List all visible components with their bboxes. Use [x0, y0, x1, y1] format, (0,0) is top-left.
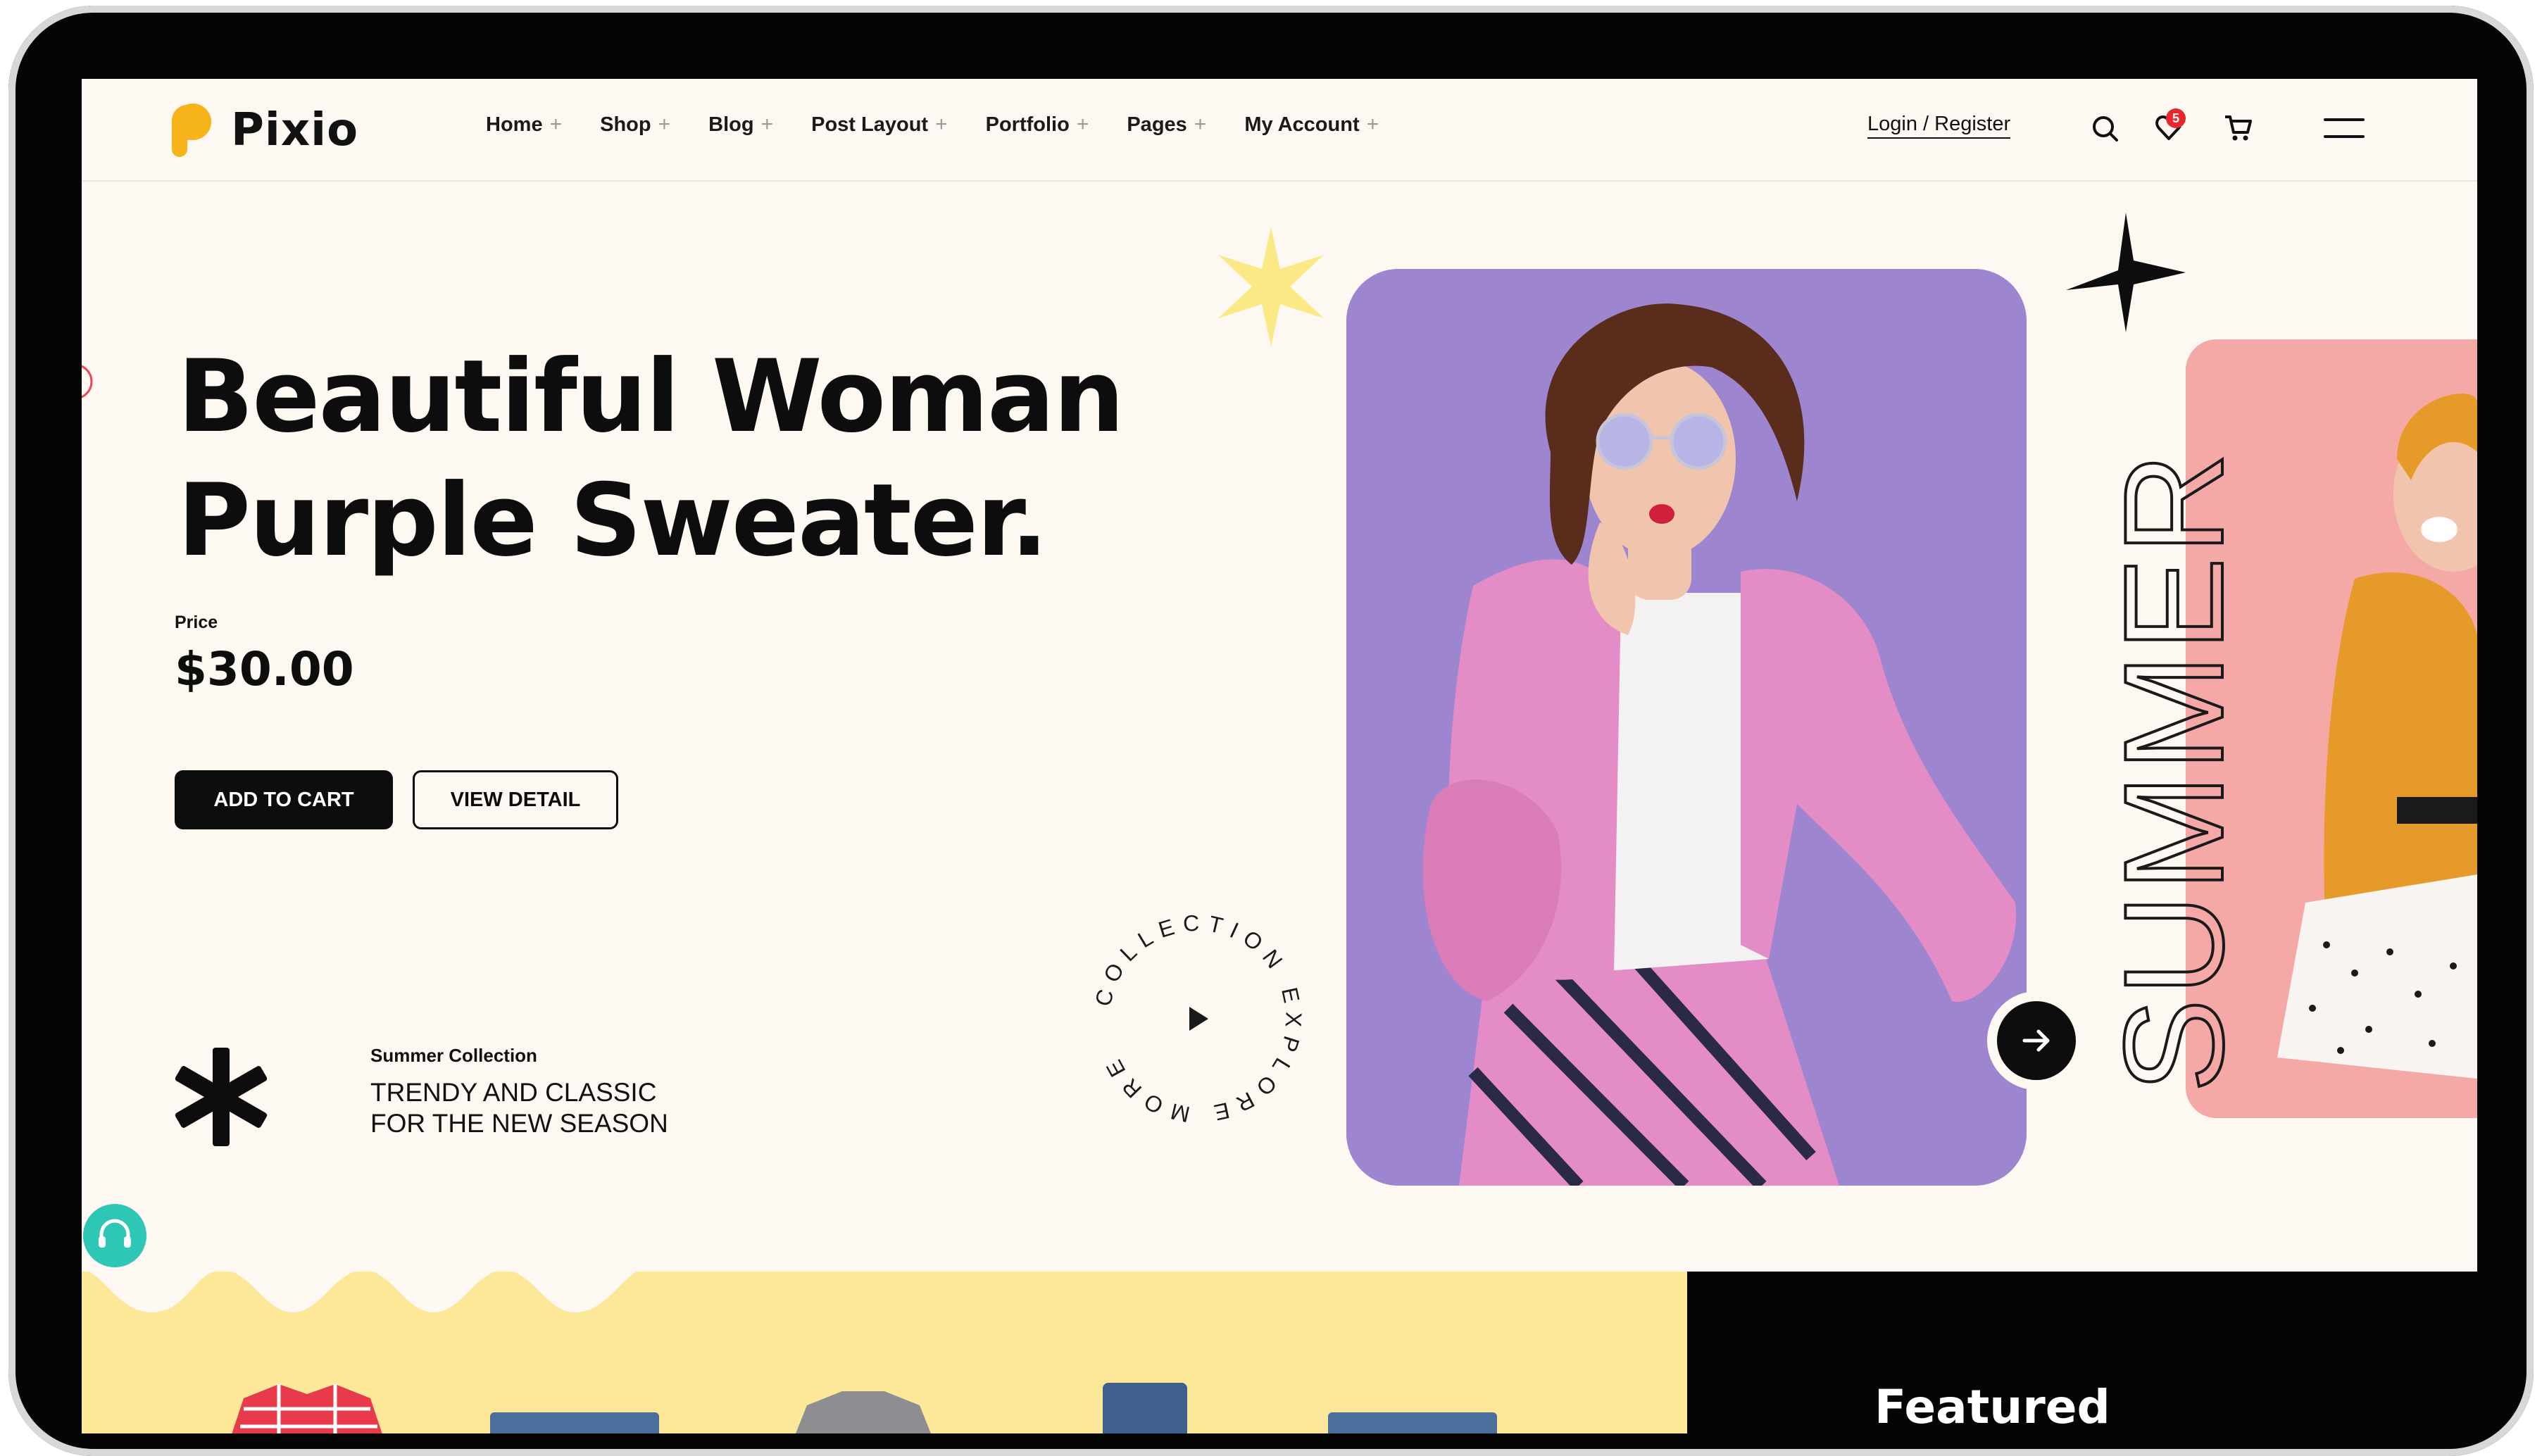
cart-icon[interactable] — [2224, 113, 2255, 144]
view-detail-button[interactable]: VIEW DETAIL — [413, 770, 618, 829]
nav-label: Post Layout — [811, 113, 929, 136]
nav-label: Home — [486, 113, 543, 136]
nav-label: Portfolio — [985, 113, 1070, 136]
hero-main-photo — [1346, 269, 2027, 1186]
add-to-cart-button[interactable]: ADD TO CART — [175, 770, 393, 829]
black-star-decoration — [2066, 213, 2186, 332]
browser-screen: Pixio Home + Shop + Blog + Post Layout + Por… — [82, 79, 2477, 1433]
site-header: Pixio Home + Shop + Blog + Post Layout + Por… — [82, 79, 2477, 182]
plus-icon: + — [1366, 113, 1379, 136]
site-logo[interactable]: Pixio — [172, 100, 358, 161]
plus-icon: + — [1076, 113, 1089, 136]
plus-icon: + — [760, 113, 774, 136]
search-icon[interactable] — [2090, 113, 2121, 144]
nav-item-portfolio[interactable]: Portfolio + — [986, 113, 1089, 137]
logo-mark-icon — [172, 103, 211, 157]
price-value: $30.00 — [175, 642, 354, 696]
wave-edge-decoration — [82, 1270, 638, 1312]
plus-icon: + — [1194, 113, 1207, 136]
logo-text: Pixio — [231, 104, 359, 156]
nav-item-my-account[interactable]: My Account + — [1244, 113, 1379, 137]
nav-item-shop[interactable]: Shop + — [600, 113, 670, 137]
hamburger-menu-icon[interactable] — [2324, 118, 2365, 139]
nav-item-home[interactable]: Home + — [486, 113, 562, 137]
plus-icon: + — [935, 113, 948, 136]
nav-item-pages[interactable]: Pages + — [1127, 113, 1206, 137]
next-slide-button[interactable] — [1987, 991, 2086, 1090]
plus-icon: + — [658, 113, 671, 136]
plus-icon: + — [549, 113, 563, 136]
price-label: Price — [175, 613, 218, 632]
collection-title-line-2: FOR THE NEW SEASON — [370, 1109, 668, 1138]
asterisk-icon — [175, 1048, 268, 1146]
collection-title-line-1: TRENDY AND CLASSIC — [370, 1078, 657, 1107]
nav-item-blog[interactable]: Blog + — [708, 113, 773, 137]
nav-label: Shop — [600, 113, 651, 136]
laptop-frame: Pixio Home + Shop + Blog + Post Layout + Por… — [8, 6, 2534, 1456]
svg-text:SUMMER: SUMMER — [2110, 450, 2243, 1093]
product-jeans-thumbnail[interactable] — [483, 1405, 666, 1433]
nav-label: Pages — [1127, 113, 1187, 136]
nav-label: Blog — [708, 113, 754, 136]
product-tshirt-thumbnail[interactable] — [779, 1384, 948, 1433]
support-chat-button[interactable] — [83, 1204, 146, 1267]
cart-count-badge: 5 — [2166, 108, 2186, 128]
products-strip — [82, 1270, 1687, 1433]
hero-title-line-1: Beautiful Woman — [177, 339, 1125, 455]
arrow-right-icon — [2022, 1029, 2050, 1052]
play-icon — [1189, 1007, 1208, 1031]
collection-title: TRENDY AND CLASSIC FOR THE NEW SEASON — [370, 1077, 668, 1139]
model-illustration — [1346, 269, 2027, 1186]
yellow-star-decoration — [1218, 227, 1324, 346]
login-register-link[interactable]: Login / Register — [1867, 113, 2011, 139]
nav-item-post-layout[interactable]: Post Layout + — [811, 113, 948, 137]
headset-icon — [99, 1219, 131, 1248]
hero-title-line-2: Purple Sweater. — [177, 463, 1048, 579]
product-denim-thumbnail[interactable] — [1082, 1377, 1208, 1433]
edge-circle-decoration — [82, 365, 93, 398]
product-shirt-thumbnail[interactable] — [201, 1377, 413, 1433]
nav-label: My Account — [1244, 113, 1360, 136]
hero-title: Beautiful Woman Purple Sweater. — [177, 335, 1125, 583]
collection-label: Summer Collection — [370, 1045, 537, 1066]
product-jeans-2-thumbnail[interactable] — [1321, 1405, 1504, 1433]
summer-vertical-text: SUMMER — [2110, 448, 2243, 1094]
main-nav: Home + Shop + Blog + Post Layout + Portfolio… — [486, 113, 1417, 137]
explore-collection-circle[interactable]: COLLECTION EXPLORE MORE — [1060, 881, 1335, 1156]
featured-title: Featured — [1874, 1380, 2110, 1433]
